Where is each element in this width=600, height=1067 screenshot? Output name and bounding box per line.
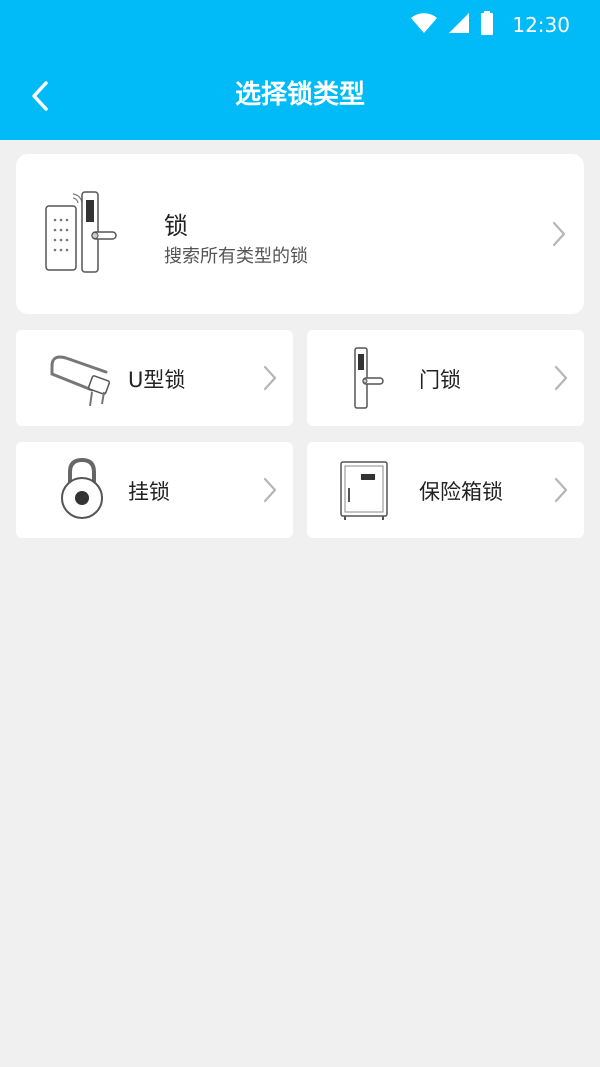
chevron-right-icon [550,220,568,248]
category-safe-lock[interactable]: 保险箱锁 [307,442,584,538]
category-label: 保险箱锁 [419,480,503,504]
app-bar: 选择锁类型 [0,50,600,140]
padlock-icon [44,457,114,522]
category-label: U型锁 [128,368,186,392]
chevron-right-icon [261,476,279,504]
category-u-lock[interactable]: U型锁 [16,330,293,426]
all-locks-card[interactable]: 锁 搜索所有类型的锁 [16,154,584,314]
wifi-icon [410,12,438,38]
chevron-right-icon [552,364,570,392]
door-lock-icon [335,346,405,410]
all-locks-subtitle: 搜索所有类型的锁 [164,246,308,267]
status-time: 12:30 [512,13,570,37]
category-label: 门锁 [419,368,461,392]
cell-signal-icon [448,12,470,38]
chevron-right-icon [552,476,570,504]
category-door-lock[interactable]: 门锁 [307,330,584,426]
category-label: 挂锁 [128,480,170,504]
u-lock-icon [44,346,114,410]
smart-lock-illustration [40,188,150,278]
all-locks-title: 锁 [164,212,188,240]
battery-icon [480,11,494,39]
page-title: 选择锁类型 [234,80,365,110]
safe-icon [335,458,405,522]
category-padlock[interactable]: 挂锁 [16,442,293,538]
chevron-right-icon [261,364,279,392]
